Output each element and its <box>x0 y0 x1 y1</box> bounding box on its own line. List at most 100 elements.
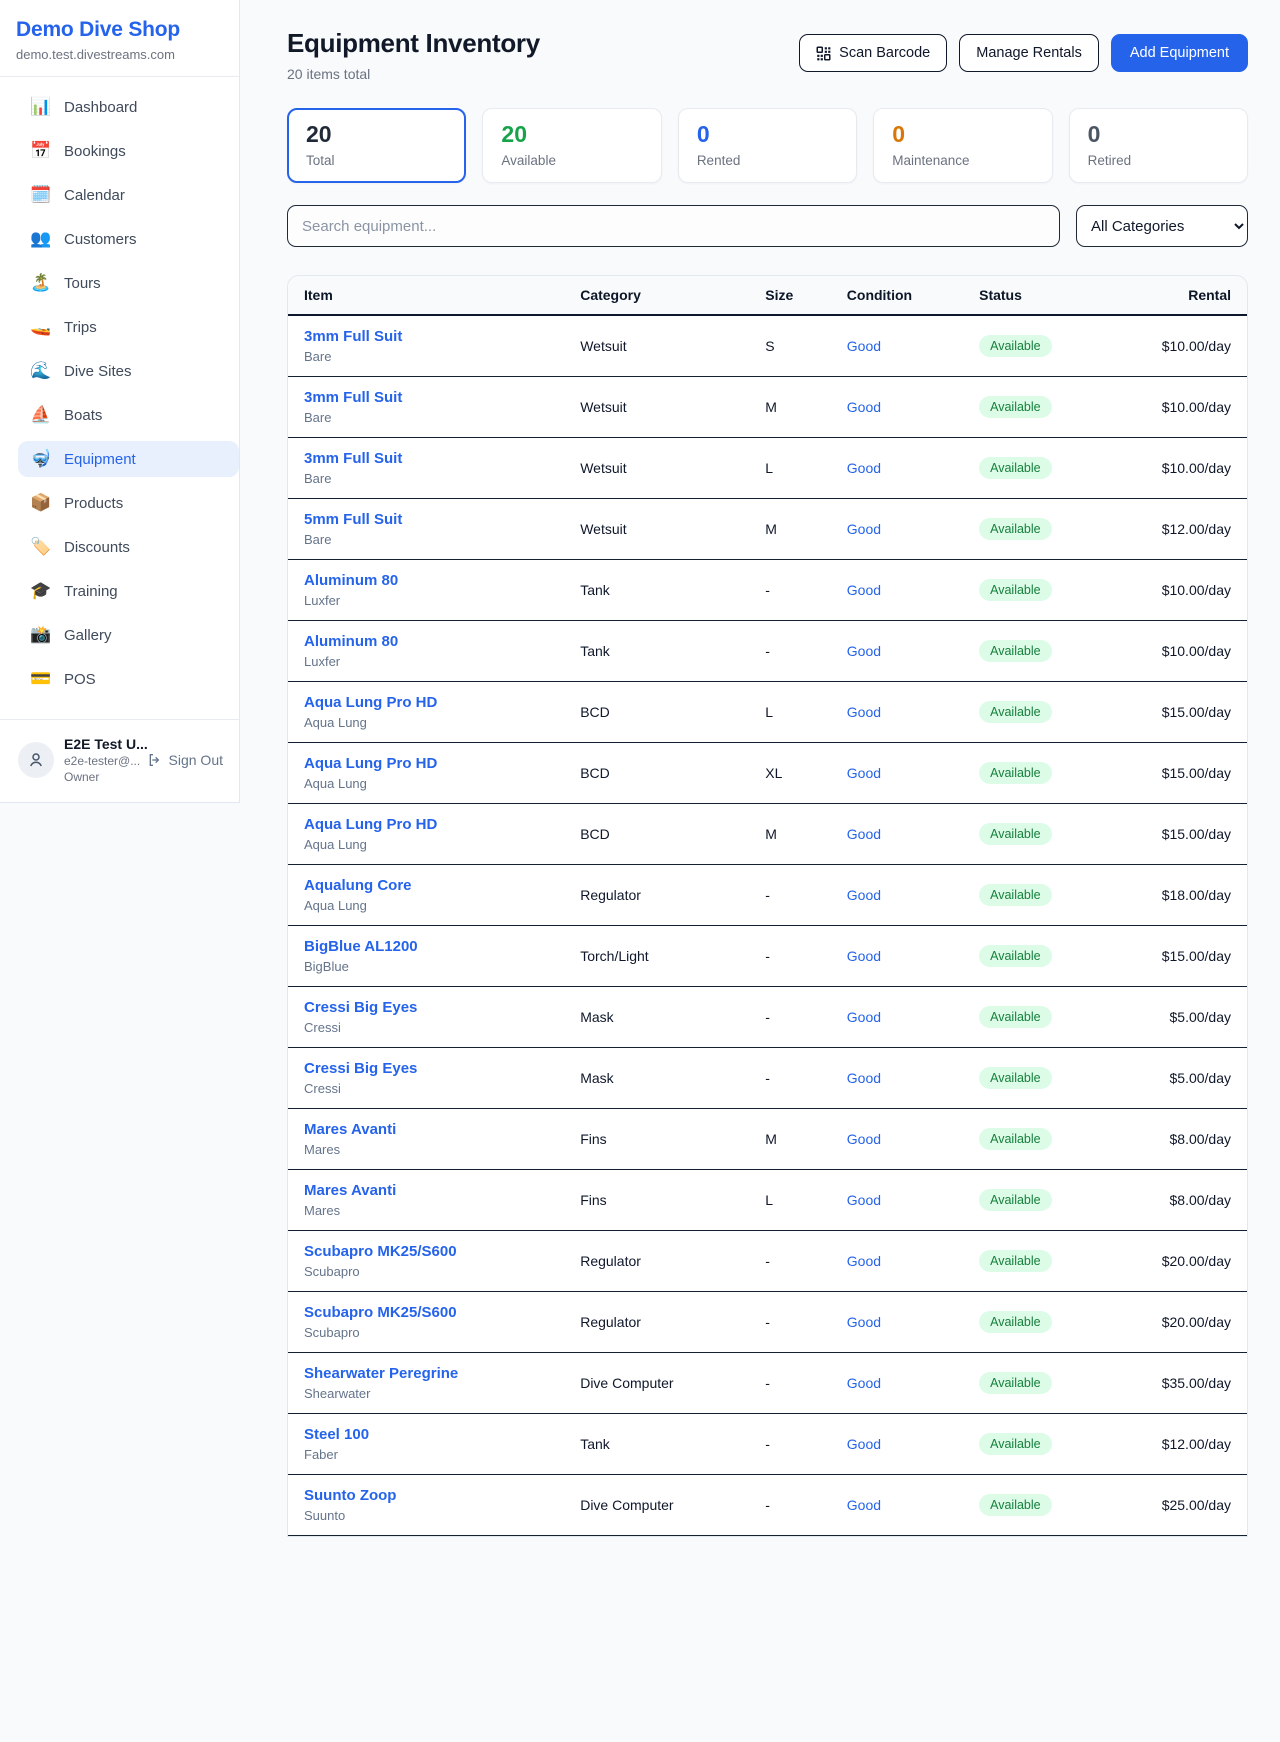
condition-link[interactable]: Good <box>847 1497 881 1513</box>
item-category: Tank <box>564 621 749 682</box>
item-size: M <box>749 1109 831 1170</box>
wave-icon: 🌊 <box>30 361 52 381</box>
item-size: - <box>749 560 831 621</box>
condition-link[interactable]: Good <box>847 765 881 781</box>
table-row: Shearwater PeregrineShearwaterDive Compu… <box>288 1353 1247 1414</box>
table-row: Aqua Lung Pro HDAqua LungBCDMGoodAvailab… <box>288 804 1247 865</box>
condition-link[interactable]: Good <box>847 1009 881 1025</box>
sidebar-item-dive-sites[interactable]: 🌊Dive Sites <box>18 353 239 389</box>
stat-card-rented[interactable]: 0Rented <box>678 108 857 183</box>
status-badge: Available <box>979 762 1052 784</box>
sidebar-item-discounts[interactable]: 🏷️Discounts <box>18 529 239 565</box>
condition-link[interactable]: Good <box>847 1192 881 1208</box>
item-name-link[interactable]: Suunto Zoop <box>304 1487 548 1504</box>
item-size: - <box>749 1353 831 1414</box>
item-name-link[interactable]: 5mm Full Suit <box>304 511 548 528</box>
condition-link[interactable]: Good <box>847 704 881 720</box>
item-name-link[interactable]: Aluminum 80 <box>304 633 548 650</box>
item-name-link[interactable]: Cressi Big Eyes <box>304 999 548 1016</box>
sidebar-item-tours[interactable]: 🏝️Tours <box>18 265 239 301</box>
condition-link[interactable]: Good <box>847 521 881 537</box>
condition-link[interactable]: Good <box>847 1314 881 1330</box>
status-badge: Available <box>979 1189 1052 1211</box>
item-brand: Scubapro <box>304 1325 548 1340</box>
item-size: L <box>749 1170 831 1231</box>
table-row: Mares AvantiMaresFinsMGoodAvailable$8.00… <box>288 1109 1247 1170</box>
stat-card-total[interactable]: 20Total <box>287 108 466 183</box>
item-category: Regulator <box>564 1292 749 1353</box>
condition-link[interactable]: Good <box>847 582 881 598</box>
sidebar-item-dashboard[interactable]: 📊Dashboard <box>18 89 239 125</box>
condition-link[interactable]: Good <box>847 1253 881 1269</box>
item-size: - <box>749 621 831 682</box>
scan-barcode-button[interactable]: Scan Barcode <box>799 34 947 72</box>
sidebar-item-pos[interactable]: 💳POS <box>18 661 239 697</box>
item-name-link[interactable]: Scubapro MK25/S600 <box>304 1304 548 1321</box>
sign-out-button[interactable]: Sign Out <box>143 752 227 768</box>
table-header-row: ItemCategorySizeConditionStatusRental <box>288 276 1247 315</box>
item-name-link[interactable]: Cressi Big Eyes <box>304 1060 548 1077</box>
sidebar-item-label: Training <box>64 583 118 600</box>
item-name-link[interactable]: Aqualung Core <box>304 877 548 894</box>
item-size: - <box>749 926 831 987</box>
condition-link[interactable]: Good <box>847 1436 881 1452</box>
condition-link[interactable]: Good <box>847 826 881 842</box>
item-name-link[interactable]: Mares Avanti <box>304 1182 548 1199</box>
sidebar-item-products[interactable]: 📦Products <box>18 485 239 521</box>
search-input[interactable] <box>287 205 1060 247</box>
item-name-link[interactable]: 3mm Full Suit <box>304 450 548 467</box>
sidebar-item-boats[interactable]: ⛵Boats <box>18 397 239 433</box>
item-brand: Cressi <box>304 1020 548 1035</box>
user-role: Owner <box>64 770 143 784</box>
condition-link[interactable]: Good <box>847 887 881 903</box>
sidebar-item-bookings[interactable]: 📅Bookings <box>18 133 239 169</box>
item-name-link[interactable]: Steel 100 <box>304 1426 548 1443</box>
condition-link[interactable]: Good <box>847 460 881 476</box>
item-name-link[interactable]: 3mm Full Suit <box>304 328 548 345</box>
stat-card-maintenance[interactable]: 0Maintenance <box>873 108 1052 183</box>
item-name-link[interactable]: Aluminum 80 <box>304 572 548 589</box>
sidebar-item-equipment[interactable]: 🤿Equipment <box>18 441 239 477</box>
sidebar-user-section: E2E Test U... e2e-tester@... Owner Sign … <box>0 719 239 802</box>
item-name-link[interactable]: Mares Avanti <box>304 1121 548 1138</box>
condition-link[interactable]: Good <box>847 1070 881 1086</box>
condition-link[interactable]: Good <box>847 338 881 354</box>
item-name-link[interactable]: Shearwater Peregrine <box>304 1365 548 1382</box>
condition-link[interactable]: Good <box>847 1131 881 1147</box>
user-name: E2E Test U... <box>64 736 143 752</box>
category-filter-select[interactable]: All Categories <box>1076 205 1248 247</box>
add-equipment-button[interactable]: Add Equipment <box>1111 34 1248 72</box>
island-icon: 🏝️ <box>30 273 52 293</box>
manage-rentals-button[interactable]: Manage Rentals <box>959 34 1099 72</box>
item-name-link[interactable]: Scubapro MK25/S600 <box>304 1243 548 1260</box>
condition-link[interactable]: Good <box>847 399 881 415</box>
sidebar-item-label: Dashboard <box>64 99 137 116</box>
camera-icon: 📸 <box>30 625 52 645</box>
sidebar-item-label: Trips <box>64 319 97 336</box>
sidebar-item-customers[interactable]: 👥Customers <box>18 221 239 257</box>
condition-link[interactable]: Good <box>847 1375 881 1391</box>
sidebar-item-trips[interactable]: 🚤Trips <box>18 309 239 345</box>
item-name-link[interactable]: Aqua Lung Pro HD <box>304 755 548 772</box>
item-name-link[interactable]: Aqua Lung Pro HD <box>304 694 548 711</box>
sidebar-item-training[interactable]: 🎓Training <box>18 573 239 609</box>
item-name-link[interactable]: Aqua Lung Pro HD <box>304 816 548 833</box>
brand-title[interactable]: Demo Dive Shop <box>0 14 239 42</box>
sidebar-item-calendar[interactable]: 🗓️Calendar <box>18 177 239 213</box>
header-actions: Scan Barcode Manage Rentals Add Equipmen… <box>799 34 1248 72</box>
column-header-rental: Rental <box>1090 276 1247 315</box>
sidebar-item-label: Calendar <box>64 187 125 204</box>
item-category: Regulator <box>564 1231 749 1292</box>
stat-card-retired[interactable]: 0Retired <box>1069 108 1248 183</box>
item-name-link[interactable]: 3mm Full Suit <box>304 389 548 406</box>
item-brand: Luxfer <box>304 654 548 669</box>
condition-link[interactable]: Good <box>847 948 881 964</box>
stat-card-available[interactable]: 20Available <box>482 108 661 183</box>
item-name-link[interactable]: BigBlue AL1200 <box>304 938 548 955</box>
column-header-category: Category <box>564 276 749 315</box>
item-brand: Aqua Lung <box>304 837 548 852</box>
item-brand: Aqua Lung <box>304 898 548 913</box>
condition-link[interactable]: Good <box>847 643 881 659</box>
sidebar-item-gallery[interactable]: 📸Gallery <box>18 617 239 653</box>
sidebar-item-label: POS <box>64 671 96 688</box>
